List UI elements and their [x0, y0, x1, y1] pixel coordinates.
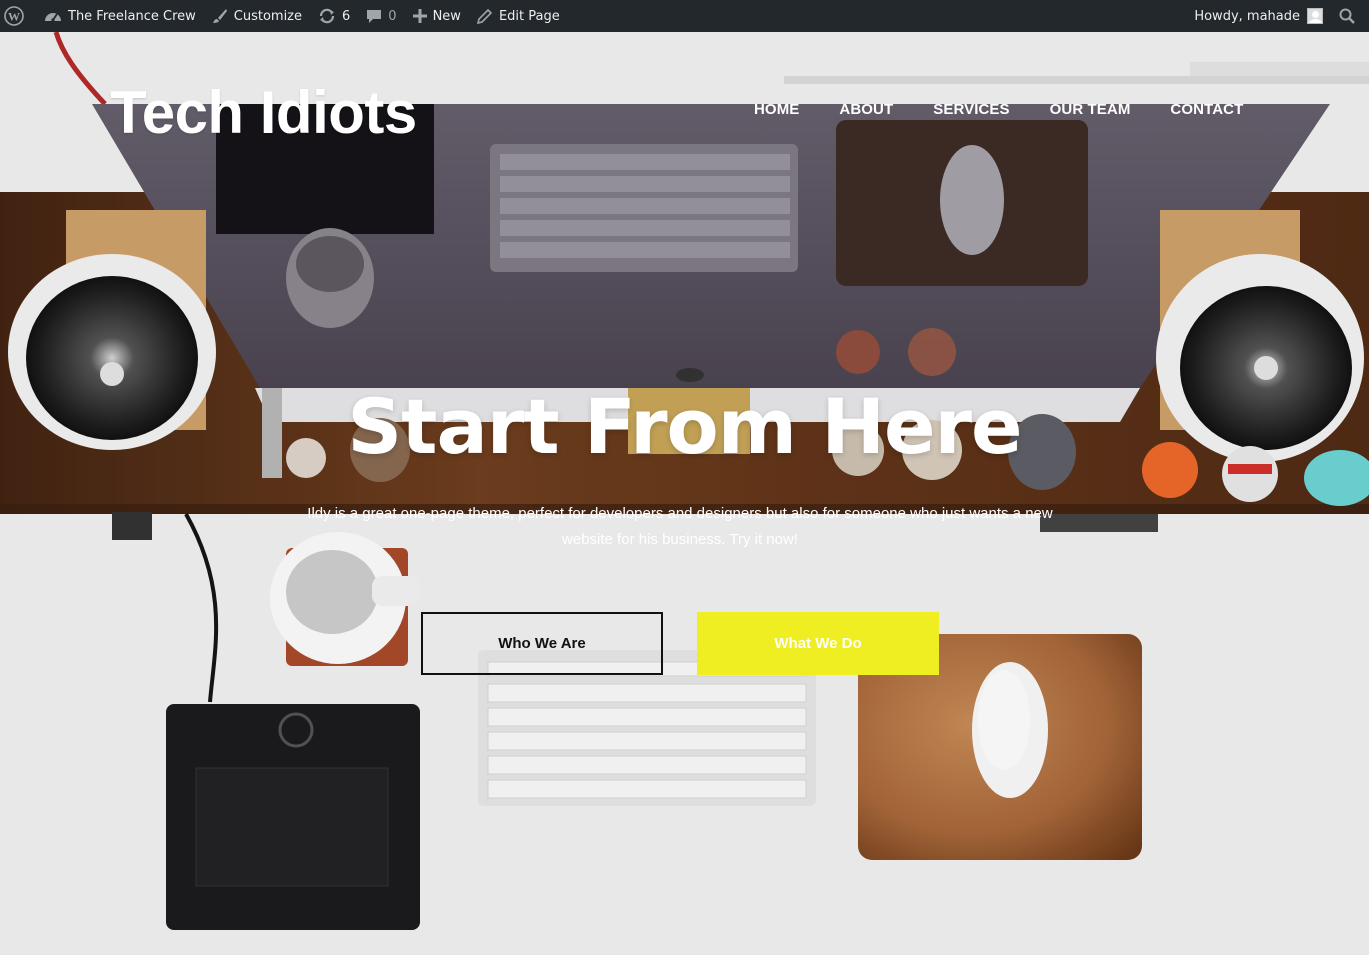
- what-we-do-label: What We Do: [774, 635, 862, 652]
- updates-count: 6: [342, 8, 351, 24]
- search-icon: [1339, 8, 1355, 24]
- brush-icon: [212, 8, 228, 24]
- nav-services[interactable]: SERVICES: [933, 101, 1009, 118]
- comments-link[interactable]: 0: [358, 0, 404, 32]
- site-title[interactable]: Tech Idiots: [110, 78, 417, 147]
- updates-icon: [318, 8, 336, 24]
- pencil-icon: [476, 8, 493, 24]
- who-we-are-button[interactable]: Who We Are: [421, 612, 663, 675]
- new-content-link[interactable]: New: [405, 0, 469, 32]
- wordpress-icon: W: [4, 6, 24, 26]
- comment-icon: [366, 8, 382, 24]
- svg-text:W: W: [8, 10, 20, 24]
- what-we-do-button[interactable]: What We Do: [697, 612, 939, 675]
- hero-title: Start From Here: [347, 382, 1022, 471]
- admin-bar: W The Freelance Crew Customize 6 0 New E…: [0, 0, 1369, 32]
- customize-link[interactable]: Customize: [204, 0, 310, 32]
- dashboard-icon: [44, 8, 62, 24]
- edit-page-link[interactable]: Edit Page: [469, 0, 568, 32]
- nav-about[interactable]: ABOUT: [839, 101, 893, 118]
- edit-page-label: Edit Page: [498, 8, 560, 24]
- hero-section: Tech Idiots HOME ABOUT SERVICES OUR TEAM…: [0, 32, 1369, 955]
- nav-home[interactable]: HOME: [754, 101, 799, 118]
- plus-icon: [412, 9, 427, 23]
- who-we-are-label: Who We Are: [498, 635, 586, 652]
- site-name-label: The Freelance Crew: [68, 8, 196, 24]
- nav-contact[interactable]: CONTACT: [1170, 101, 1243, 118]
- hero-background-image: [0, 32, 1369, 955]
- wordpress-logo-button[interactable]: W: [0, 0, 36, 32]
- updates-link[interactable]: 6: [310, 0, 358, 32]
- search-button[interactable]: [1331, 0, 1369, 32]
- new-label: New: [432, 8, 461, 24]
- howdy-label: Howdy, mahade: [1194, 8, 1300, 24]
- comments-count: 0: [388, 8, 397, 24]
- main-navigation: HOME ABOUT SERVICES OUR TEAM CONTACT: [754, 101, 1283, 118]
- hero-subtitle: Ildy is a great one-page theme, perfect …: [307, 505, 1053, 548]
- nav-our-team[interactable]: OUR TEAM: [1050, 101, 1131, 118]
- customize-label: Customize: [233, 8, 303, 24]
- site-name-link[interactable]: The Freelance Crew: [36, 0, 204, 32]
- avatar: [1307, 8, 1323, 24]
- my-account-link[interactable]: Howdy, mahade: [1186, 0, 1331, 32]
